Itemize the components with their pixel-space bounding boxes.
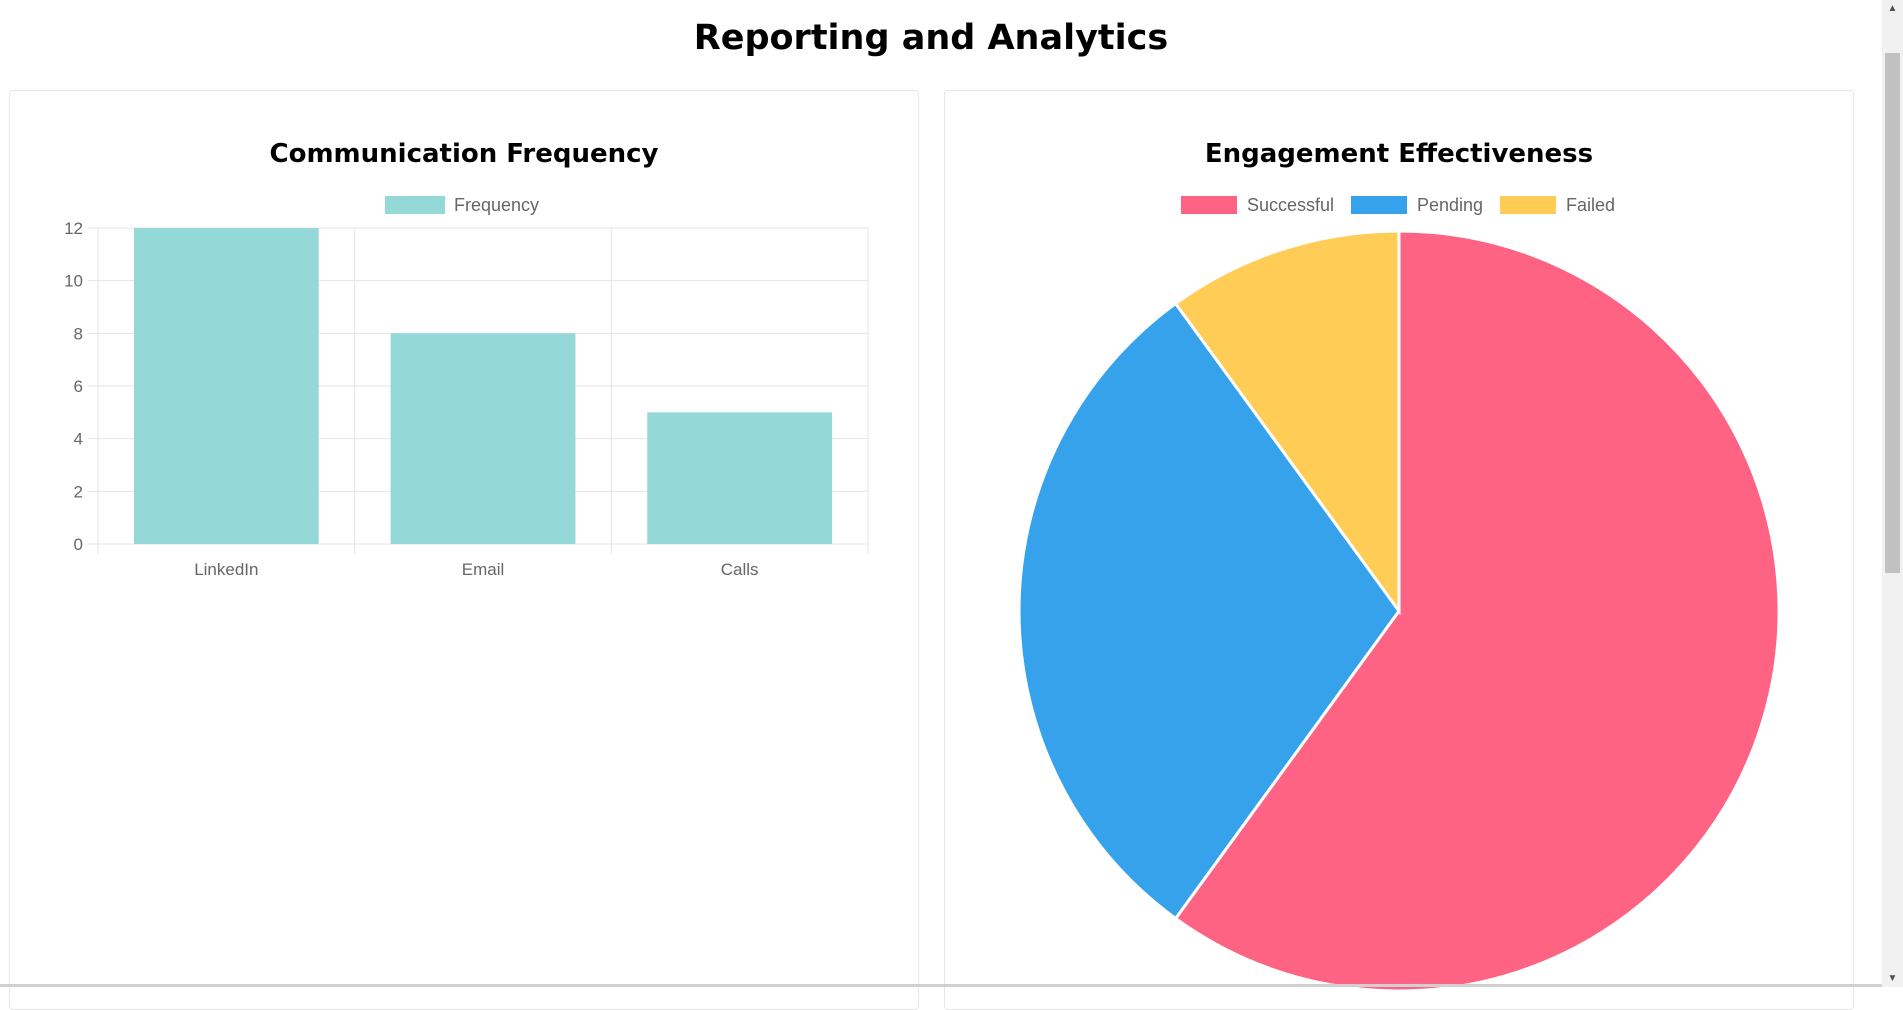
y-tick-label: 4 (74, 430, 83, 449)
x-tick-label: LinkedIn (194, 560, 258, 579)
legend-swatch-frequency[interactable] (385, 196, 445, 214)
engagement-effectiveness-chart: Engagement Effectiveness Successful Pendi… (1017, 139, 1781, 993)
chart-title: Communication Frequency (270, 139, 659, 169)
legend-label-pending[interactable]: Pending (1417, 195, 1483, 215)
legend[interactable]: Frequency (385, 195, 539, 215)
legend-swatch-successful[interactable] (1181, 196, 1237, 214)
page-title: Reporting and Analytics (693, 18, 1169, 58)
scroll-thumb[interactable] (1885, 53, 1900, 573)
x-axis: LinkedIn Email Calls (194, 560, 758, 579)
legend-swatch-pending[interactable] (1351, 196, 1407, 214)
y-axis: 0 2 4 6 8 10 12 (64, 219, 83, 554)
y-tick-label: 8 (74, 324, 83, 343)
scroll-up-icon[interactable]: ▲ (1882, 0, 1903, 17)
scroll-down-icon[interactable]: ▼ (1882, 970, 1903, 987)
x-tick-label: Email (462, 560, 505, 579)
x-tick-label: Calls (721, 560, 759, 579)
pie (1017, 229, 1781, 993)
y-tick-label: 0 (74, 535, 83, 554)
legend-swatch-failed[interactable] (1500, 196, 1556, 214)
y-tick-label: 12 (64, 219, 83, 238)
bar-calls[interactable] (647, 412, 833, 544)
legend[interactable]: Successful Pending Failed (1181, 195, 1615, 215)
bar-linkedin[interactable] (133, 228, 319, 544)
y-tick-label: 6 (74, 377, 83, 396)
legend-label-failed[interactable]: Failed (1566, 195, 1615, 215)
y-tick-label: 10 (64, 272, 83, 291)
legend-label-successful[interactable]: Successful (1247, 195, 1334, 215)
bar-email[interactable] (390, 333, 576, 544)
y-tick-label: 2 (74, 482, 83, 501)
communication-frequency-card: Communication Frequency Frequency 0 2 4 6 8 1… (9, 90, 919, 1010)
chart-title: Engagement Effectiveness (1205, 139, 1593, 169)
legend-label-frequency[interactable]: Frequency (454, 195, 539, 215)
communication-frequency-chart: Communication Frequency Frequency 0 2 4 6 8 1… (64, 139, 869, 579)
vertical-scrollbar[interactable]: ▲ ▼ (1882, 0, 1903, 987)
engagement-effectiveness-card: Engagement Effectiveness Successful Pendi… (944, 90, 1854, 1010)
